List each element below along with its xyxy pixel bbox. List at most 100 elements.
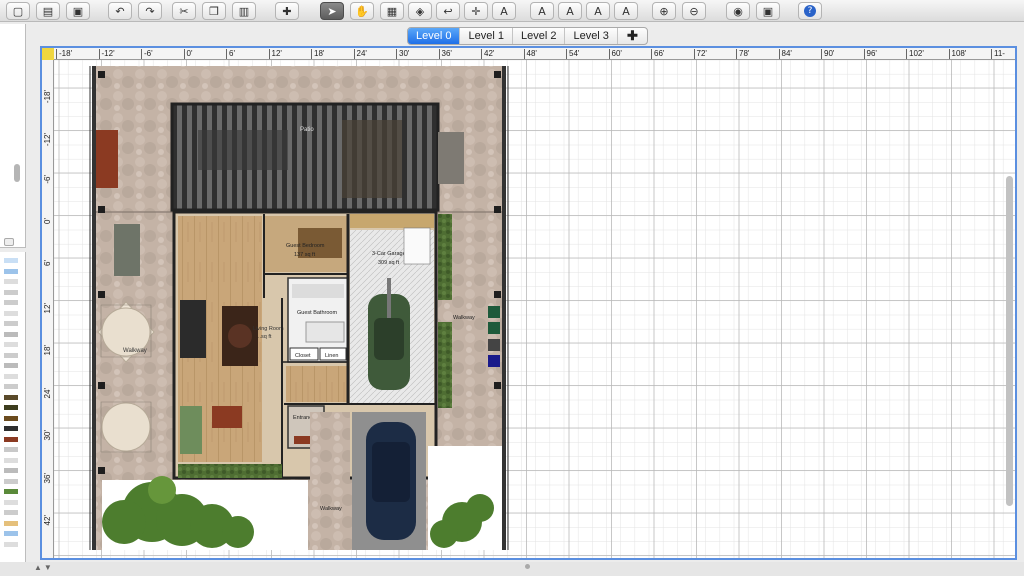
zoom-out-icon: ⊖ [689,4,699,18]
increase-text-size-button[interactable]: A [530,2,554,20]
furniture-list-item[interactable] [4,352,18,358]
furniture-list-item[interactable] [4,373,18,379]
furniture-catalog-panel[interactable] [0,24,26,248]
create-video-button[interactable]: ▣ [756,2,780,20]
furniture-list-item[interactable] [4,268,18,274]
ruler-top: -18' -12' -6' 0' 6' 12' 18' 24' 30' 36' 42' 48' 54' 6… [54,48,1015,60]
ruler-tick-label: 6' [43,260,52,266]
undo-button[interactable]: ↶ [108,2,132,20]
catalog-collapse-button[interactable] [4,238,14,246]
furniture-list-item[interactable] [4,499,18,505]
bold-text-button[interactable]: A [586,2,610,20]
furniture-list-item[interactable] [4,510,18,515]
create-photo-button[interactable]: ◉ [726,2,750,20]
furniture-list-item[interactable] [4,394,18,400]
italic-text-button[interactable]: A [614,2,638,20]
furniture-list-item[interactable] [4,447,18,452]
furniture-list-item[interactable] [4,289,18,295]
redo-button[interactable]: ↷ [138,2,162,20]
ruler-tick-label: -12' [98,49,115,59]
room-label-walkway-bottom: Walkway [320,506,342,512]
tab-level-2[interactable]: Level 2 [513,28,566,44]
furniture-list-item[interactable] [4,457,18,463]
room-label-garage: 3-Car Garage [372,251,406,257]
ruler-tick-label: 108' [948,49,966,59]
ruler-corner [42,48,54,60]
ruler-tick-label: 30' [43,430,52,441]
ruler-tick-label: 12' [268,49,282,59]
furniture-list-item[interactable] [4,300,18,305]
floor-plan[interactable]: Patio Walkway Living Room ..sq ft Guest … [42,48,1015,558]
copy-button[interactable]: ❐ [202,2,226,20]
ruler-tick-label: -18' [43,90,52,104]
furniture-list-item[interactable] [4,258,18,263]
splitter-handle[interactable] [525,564,530,569]
outdoor-table[interactable] [438,132,464,184]
furniture-list-panel[interactable] [0,252,26,564]
furniture-list-item[interactable] [4,321,18,326]
outdoor-table-left[interactable] [114,224,140,276]
cut-button[interactable]: ✂ [172,2,196,20]
outdoor-bench[interactable] [96,130,118,188]
create-polylines-button[interactable]: ↩ [436,2,460,20]
tab-level-0[interactable]: Level 0 [408,28,461,44]
furniture-list-item[interactable] [4,436,18,442]
save-button[interactable]: ▣ [66,2,90,20]
ruler-tick-label: 66' [651,49,664,59]
furniture-list-item[interactable] [4,520,18,526]
furniture-list-item[interactable] [4,384,18,389]
redo-icon: ↷ [145,4,155,18]
umbrella-2[interactable] [101,402,151,452]
tab-level-3[interactable]: Level 3 [565,28,618,44]
create-walls-button[interactable]: ▦ [380,2,404,20]
create-rooms-button[interactable]: ◈ [408,2,432,20]
furniture-list-item[interactable] [4,405,18,410]
ruler-tick-label: 42' [481,49,494,59]
paste-icon: ▥ [238,4,250,18]
furniture-list-item[interactable] [4,279,18,284]
create-rooms-icon: ◈ [415,4,425,18]
open-button[interactable]: ▤ [36,2,60,20]
zoom-out-button[interactable]: ⊖ [682,2,706,20]
help-button[interactable]: ? [798,2,822,20]
furniture-list-item[interactable] [4,342,18,347]
ruler-tick-label: 18' [43,345,52,356]
add-text-button[interactable]: A [492,2,516,20]
ruler-tick-label: 102' [906,49,924,59]
create-dimensions-button[interactable]: ✛ [464,2,488,20]
new-home-button[interactable]: ▢ [6,2,30,20]
furniture-list-item[interactable] [4,363,18,368]
furniture-list-item[interactable] [4,415,18,421]
help-icon: ? [804,5,816,17]
decrease-text-size-icon: A [566,4,574,18]
split-arrows-icon[interactable]: ▲▼ [34,563,54,572]
ruler-tick-label: -6' [141,49,153,59]
copy-icon: ❐ [209,4,219,18]
zoom-in-icon: ⊕ [659,4,669,18]
furniture-list-item[interactable] [4,468,18,473]
furniture-list-item[interactable] [4,489,18,494]
plan-vertical-scrollbar[interactable] [1006,176,1013,506]
main-toolbar: ▢ ▤ ▣ ↶ ↷ ✂ ❐ ▥ ✚ ➤ ✋ ▦ ◈ ↩ ✛ A A A A A ⊕ ⊖ ◉ ▣? [0,0,1024,22]
decrease-text-size-button[interactable]: A [558,2,582,20]
plan-view[interactable]: Patio Walkway Living Room ..sq ft Guest … [40,46,1017,560]
furniture-list-item[interactable] [4,541,18,547]
room-label-guest-bedroom: Guest Bedroom [286,243,325,249]
pan-mode-button[interactable]: ✋ [350,2,374,20]
furniture-list-item[interactable] [4,531,18,536]
paste-button[interactable]: ▥ [232,2,256,20]
add-level-button[interactable]: ✚ [618,28,647,44]
ruler-tick-label: 18' [311,49,324,59]
tab-level-1[interactable]: Level 1 [460,28,513,44]
catalog-scrollbar[interactable] [14,164,20,182]
furniture-list-item[interactable] [4,426,18,431]
furniture-list-item[interactable] [4,478,18,484]
add-furniture-button[interactable]: ✚ [275,2,299,20]
bold-text-icon: A [594,4,602,18]
walkway-bottom[interactable] [310,412,350,550]
select-mode-button[interactable]: ➤ [320,2,344,20]
zoom-in-button[interactable]: ⊕ [652,2,676,20]
ruler-tick-label: 12' [43,302,52,313]
furniture-list-item[interactable] [4,331,18,337]
furniture-list-item[interactable] [4,310,18,316]
